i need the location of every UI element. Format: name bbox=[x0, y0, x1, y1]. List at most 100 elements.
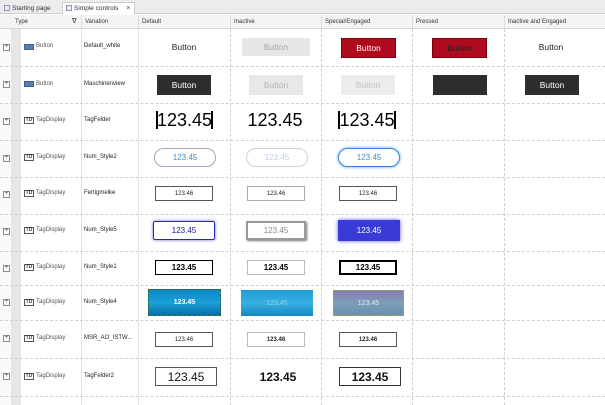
expand-row-button[interactable]: + bbox=[3, 191, 10, 198]
row-type: Button bbox=[36, 81, 54, 87]
row-variation: TagFelder bbox=[84, 117, 111, 123]
tag-inactive[interactable]: 123.46 bbox=[247, 186, 305, 201]
header-inactive-engaged[interactable]: Inactive and Engaged bbox=[504, 15, 605, 29]
row-separator bbox=[0, 177, 605, 178]
button-special-engaged[interactable]: Button bbox=[341, 38, 396, 58]
button-default[interactable]: Button bbox=[157, 75, 211, 95]
tag-inactive[interactable]: 123.45 bbox=[241, 290, 313, 316]
header-pressed[interactable]: Pressed bbox=[412, 15, 504, 29]
tag-special-engaged[interactable]: 123.46 bbox=[339, 186, 397, 201]
row-variation: Num_Style2 bbox=[84, 154, 117, 160]
header-variation[interactable]: Variation bbox=[81, 15, 138, 29]
tag-inactive[interactable]: 123.46 bbox=[247, 332, 305, 347]
tag-inactive[interactable]: 123.45 bbox=[246, 221, 306, 240]
row-separator bbox=[0, 103, 605, 104]
row-variation: Default_white bbox=[84, 43, 121, 49]
tag-special-engaged[interactable]: 123.45 bbox=[338, 220, 400, 241]
button-type-icon bbox=[24, 81, 34, 87]
tab-simple-controls[interactable]: Simple controls × bbox=[62, 2, 136, 15]
tag-default[interactable]: 123.45 bbox=[153, 221, 215, 240]
row-type: TagDisplay bbox=[36, 227, 66, 233]
button-special-engaged[interactable]: Button bbox=[341, 75, 395, 95]
tag-inactive[interactable]: 123.45 bbox=[246, 111, 304, 129]
button-inactive-engaged[interactable]: Button bbox=[525, 75, 579, 95]
tag-special-engaged[interactable]: 123.45 bbox=[338, 148, 400, 167]
expand-row-button[interactable]: + bbox=[3, 299, 10, 306]
expand-row-button[interactable]: + bbox=[3, 335, 10, 342]
expand-row-button[interactable]: + bbox=[3, 265, 10, 272]
button-pressed[interactable] bbox=[433, 75, 487, 95]
tab-label: Starting page bbox=[12, 5, 51, 12]
row-variation: TagFelder2 bbox=[84, 373, 115, 379]
button-default[interactable]: Button bbox=[150, 38, 218, 56]
column-divider bbox=[81, 29, 82, 405]
page-icon bbox=[4, 5, 10, 11]
column-divider bbox=[412, 29, 413, 405]
button-inactive-engaged[interactable]: Button bbox=[517, 38, 585, 56]
row-type: TagDisplay bbox=[36, 154, 66, 160]
expand-row-button[interactable]: + bbox=[3, 373, 10, 380]
header-inactive[interactable]: Inactive bbox=[230, 15, 321, 29]
tag-special-engaged[interactable]: 123.45 bbox=[338, 111, 396, 129]
row-separator bbox=[0, 214, 605, 215]
tagdisplay-icon: TD bbox=[24, 299, 34, 306]
button-type-icon bbox=[24, 44, 34, 50]
tag-inactive[interactable]: 123.45 bbox=[247, 367, 309, 386]
tag-default[interactable]: 123.46 bbox=[155, 332, 213, 347]
row-separator bbox=[0, 140, 605, 141]
header-default[interactable]: Default bbox=[138, 15, 230, 29]
expand-row-button[interactable]: + bbox=[3, 44, 10, 51]
column-header: Type ∇ Variation Default Inactive Specia… bbox=[0, 15, 605, 29]
tag-special-engaged[interactable]: 123.46 bbox=[339, 332, 397, 347]
column-divider bbox=[321, 29, 322, 405]
tag-default[interactable]: 123.46 bbox=[155, 186, 213, 201]
tagdisplay-icon: TD bbox=[24, 227, 34, 234]
expand-row-button[interactable]: + bbox=[3, 228, 10, 235]
tagdisplay-icon: TD bbox=[24, 373, 34, 380]
row-type: TagDisplay bbox=[36, 190, 66, 196]
funnel-icon[interactable]: ∇ bbox=[72, 15, 77, 29]
tab-bar: Starting page Simple controls × bbox=[0, 0, 605, 15]
tag-special-engaged[interactable]: 123.45 bbox=[333, 290, 404, 316]
tag-special-engaged[interactable]: 123.45 bbox=[339, 367, 401, 386]
tagdisplay-icon: TD bbox=[24, 154, 34, 161]
tagdisplay-icon: TD bbox=[24, 117, 34, 124]
column-divider bbox=[230, 29, 231, 405]
row-separator bbox=[0, 285, 605, 286]
expand-row-button[interactable]: + bbox=[3, 81, 10, 88]
row-type: TagDisplay bbox=[36, 299, 66, 305]
header-special-engaged[interactable]: Special/Engaged bbox=[321, 15, 412, 29]
row-type: Button bbox=[36, 43, 54, 49]
button-pressed[interactable]: Button bbox=[432, 38, 487, 58]
expand-row-button[interactable]: + bbox=[3, 118, 10, 125]
close-icon[interactable]: × bbox=[126, 5, 130, 12]
row-type: TagDisplay bbox=[36, 373, 66, 379]
tag-default[interactable]: 123.45 bbox=[156, 111, 213, 129]
tag-inactive[interactable]: 123.45 bbox=[247, 260, 305, 275]
tag-default[interactable]: 123.45 bbox=[148, 289, 221, 316]
button-inactive[interactable]: Button bbox=[242, 38, 310, 56]
row-variation: Num_Style5 bbox=[84, 227, 117, 233]
tagdisplay-icon: TD bbox=[24, 335, 34, 342]
page-icon bbox=[66, 5, 72, 11]
row-type: TagDisplay bbox=[36, 117, 66, 123]
tab-starting-page[interactable]: Starting page bbox=[0, 2, 56, 14]
row-separator bbox=[0, 358, 605, 359]
row-variation: Maschinenview bbox=[84, 81, 126, 87]
tag-default[interactable]: 123.45 bbox=[155, 260, 213, 275]
row-variation: Num_Style1 bbox=[84, 264, 117, 270]
tag-inactive[interactable]: 123.45 bbox=[246, 148, 308, 167]
column-divider bbox=[504, 29, 505, 405]
button-inactive[interactable]: Button bbox=[249, 75, 303, 95]
simple-controls-window: Starting page Simple controls × Type ∇ V… bbox=[0, 0, 605, 405]
tag-special-engaged[interactable]: 123.45 bbox=[339, 260, 397, 275]
tag-default[interactable]: 123.45 bbox=[155, 367, 217, 386]
tagdisplay-icon: TD bbox=[24, 190, 34, 197]
expand-row-button[interactable]: + bbox=[3, 155, 10, 162]
tag-default[interactable]: 123.45 bbox=[154, 148, 216, 167]
row-type: TagDisplay bbox=[36, 335, 66, 341]
header-type[interactable]: Type bbox=[12, 15, 69, 29]
tagdisplay-icon: TD bbox=[24, 264, 34, 271]
tab-label: Simple controls bbox=[74, 5, 119, 12]
row-variation: Num_Style4 bbox=[84, 299, 117, 305]
